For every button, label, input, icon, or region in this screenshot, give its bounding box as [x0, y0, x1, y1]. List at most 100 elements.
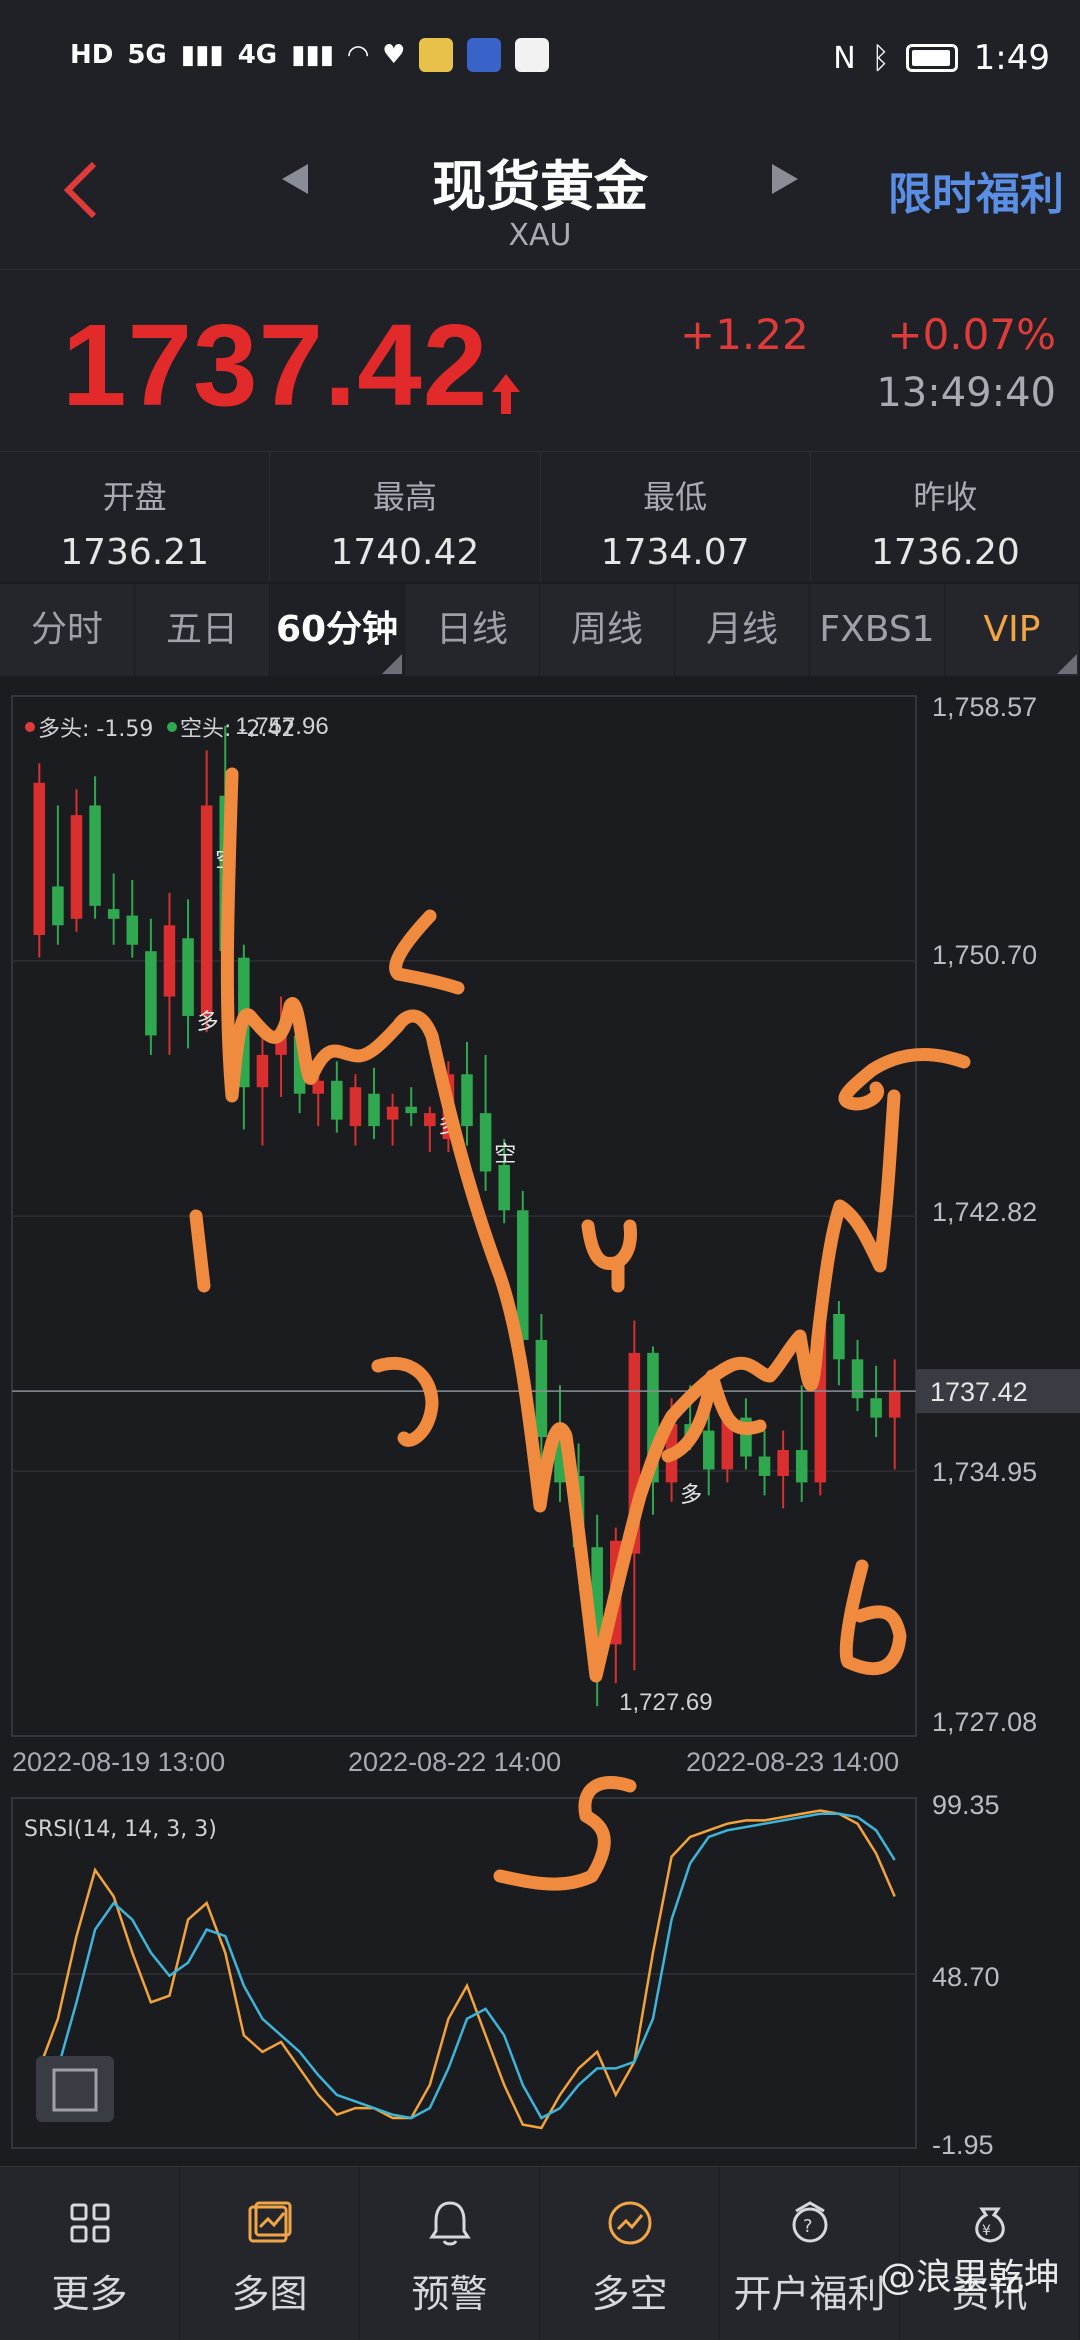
next-instrument-button[interactable] [770, 162, 800, 205]
candle-body [870, 1398, 882, 1418]
signal-bars-icon: ▮▮▮ [291, 40, 335, 70]
candle-body [368, 1093, 380, 1127]
srsi-k-line [38, 1809, 896, 2130]
layout-toggle-button[interactable] [36, 2056, 114, 2122]
signal-4g: 4G [237, 40, 278, 70]
svg-text:?: ? [803, 2216, 813, 2237]
instrument-code: XAU [508, 218, 572, 253]
candlestick-chart[interactable]: 空多多空多 1737.42 1,758.57 1,750.70 1,742.82… [0, 676, 1080, 2166]
wave-label-c [838, 1047, 971, 1111]
tab-monthly[interactable]: 月线 [675, 584, 810, 676]
nav-label: 预警 [411, 2272, 488, 2316]
signal-labels: 空多多空多 [197, 848, 703, 1508]
candle-body [107, 909, 120, 919]
promo-link[interactable]: 限时福利 [888, 158, 1064, 222]
candle-body [145, 951, 157, 1036]
stat-value: 1734.07 [600, 532, 750, 573]
arrow-up-icon [492, 374, 520, 414]
candle-body [331, 1080, 343, 1120]
signal-label: 多 [680, 1483, 702, 1508]
money-bag-icon: ¥ [900, 2195, 1079, 2251]
current-price: 1737.42 [62, 300, 489, 430]
nav-account-bonus[interactable]: ? 开户福利 [720, 2167, 900, 2340]
candle-body [200, 805, 213, 1016]
nav-more[interactable]: 更多 [0, 2167, 180, 2340]
y-tick-label: 1,758.57 [932, 692, 1037, 722]
indicator-frame [11, 1797, 917, 2149]
heart-icon: ♥ [382, 40, 406, 70]
tab-weekly[interactable]: 周线 [540, 584, 675, 676]
chart-area[interactable]: 空多多空多 1737.42 1,758.57 1,750.70 1,742.82… [0, 676, 1080, 2166]
nav-alert[interactable]: 预警 [360, 2167, 540, 2340]
stat-value: 1736.21 [60, 532, 210, 573]
tab-five-day[interactable]: 五日 [135, 584, 270, 676]
candle-body [833, 1313, 845, 1360]
indicator-y-tick: 99.35 [932, 1790, 1000, 1820]
indicator-y-tick: 48.70 [932, 1962, 1000, 1992]
dropdown-corner-icon [382, 654, 402, 674]
gift-icon: ? [720, 2195, 899, 2251]
current-price-label: 1737.42 [930, 1377, 1028, 1407]
srsi-d-line [38, 1812, 896, 2120]
candle-body [888, 1391, 901, 1418]
y-tick-label: 1,727.08 [932, 1707, 1037, 1737]
tab-fxbs1[interactable]: FXBS1 [810, 584, 945, 676]
candle-body [479, 1113, 492, 1172]
candle-body [126, 915, 139, 945]
wave-label-1 [189, 1209, 211, 1293]
stat-value: 1740.42 [330, 532, 480, 573]
tab-intraday[interactable]: 分时 [0, 584, 135, 676]
candle-body [777, 1450, 789, 1476]
header: 现货黄金 XAU 限时福利 [0, 100, 1080, 270]
stat-label: 最高 [372, 478, 437, 516]
status-bar: HD 5G ▮▮▮ 4G ▮▮▮ ◠ ♥ N ᛒ 1:49 [0, 0, 1080, 100]
candle-body [33, 782, 46, 936]
stats-row: 开盘 1736.21 最高 1740.42 最低 1734.07 昨收 1736… [0, 452, 1080, 582]
long-legend-dot [25, 722, 35, 732]
stat-low: 最低 1734.07 [541, 452, 811, 582]
nav-multi-chart[interactable]: 多图 [180, 2167, 360, 2340]
sina-app-icon [515, 38, 550, 72]
status-left: HD 5G ▮▮▮ 4G ▮▮▮ ◠ ♥ [70, 38, 550, 72]
candle-body [349, 1087, 362, 1127]
price-change-percent: +0.07% [887, 310, 1056, 359]
battery-icon [905, 44, 958, 72]
tab-60min[interactable]: 60分钟 [270, 584, 405, 676]
tab-vip[interactable]: VIP [945, 584, 1080, 676]
tab-label: VIP [983, 609, 1041, 650]
tab-daily[interactable]: 日线 [405, 584, 540, 676]
stat-label: 开盘 [102, 478, 167, 516]
long-legend-label: 多头: -1.59 [38, 717, 153, 742]
wave-path-stroke [220, 767, 901, 1683]
candle-body [702, 1430, 715, 1470]
quote-panel: 1737.42 +1.22 +0.07% 13:49:40 [0, 270, 1080, 452]
period-tabs: 分时 五日 60分钟 日线 周线 月线 FXBS1 VIP [0, 584, 1080, 676]
stat-prev-close: 昨收 1736.20 [811, 452, 1080, 582]
nav-long-short[interactable]: 多空 [540, 2167, 720, 2340]
signal-bars-icon: ▮▮▮ [180, 40, 224, 70]
indicator-label: SRSI(14, 14, 3, 3) [24, 1817, 217, 1842]
bluetooth-icon: ᛒ [871, 40, 890, 76]
candle-body [386, 1106, 399, 1120]
y-tick-label: 1,734.95 [932, 1457, 1037, 1487]
candle-body [70, 815, 83, 919]
multi-chart-icon [180, 2195, 359, 2251]
candle-body [851, 1359, 864, 1399]
quote-time: 13:49:40 [876, 370, 1056, 416]
candle-body [498, 1164, 510, 1211]
stat-value: 1736.20 [870, 532, 1020, 573]
signal-label: 空 [494, 1143, 516, 1168]
triangle-right-icon [772, 164, 798, 194]
price-change: +1.22 [680, 310, 809, 359]
main-grid [12, 960, 916, 1472]
clock: 1:49 [973, 38, 1050, 78]
max-price-label: 1,757.96 [235, 713, 328, 740]
x-tick-label: 2022-08-22 14:00 [348, 1747, 561, 1777]
candle-body [405, 1106, 417, 1114]
hand-drawn-annotations [189, 767, 971, 1891]
short-legend-dot [167, 722, 177, 732]
candle-body [182, 938, 194, 1016]
status-right: N ᛒ 1:49 [833, 38, 1050, 78]
candle-body [461, 1074, 473, 1127]
signal-label: 多 [197, 1010, 219, 1035]
